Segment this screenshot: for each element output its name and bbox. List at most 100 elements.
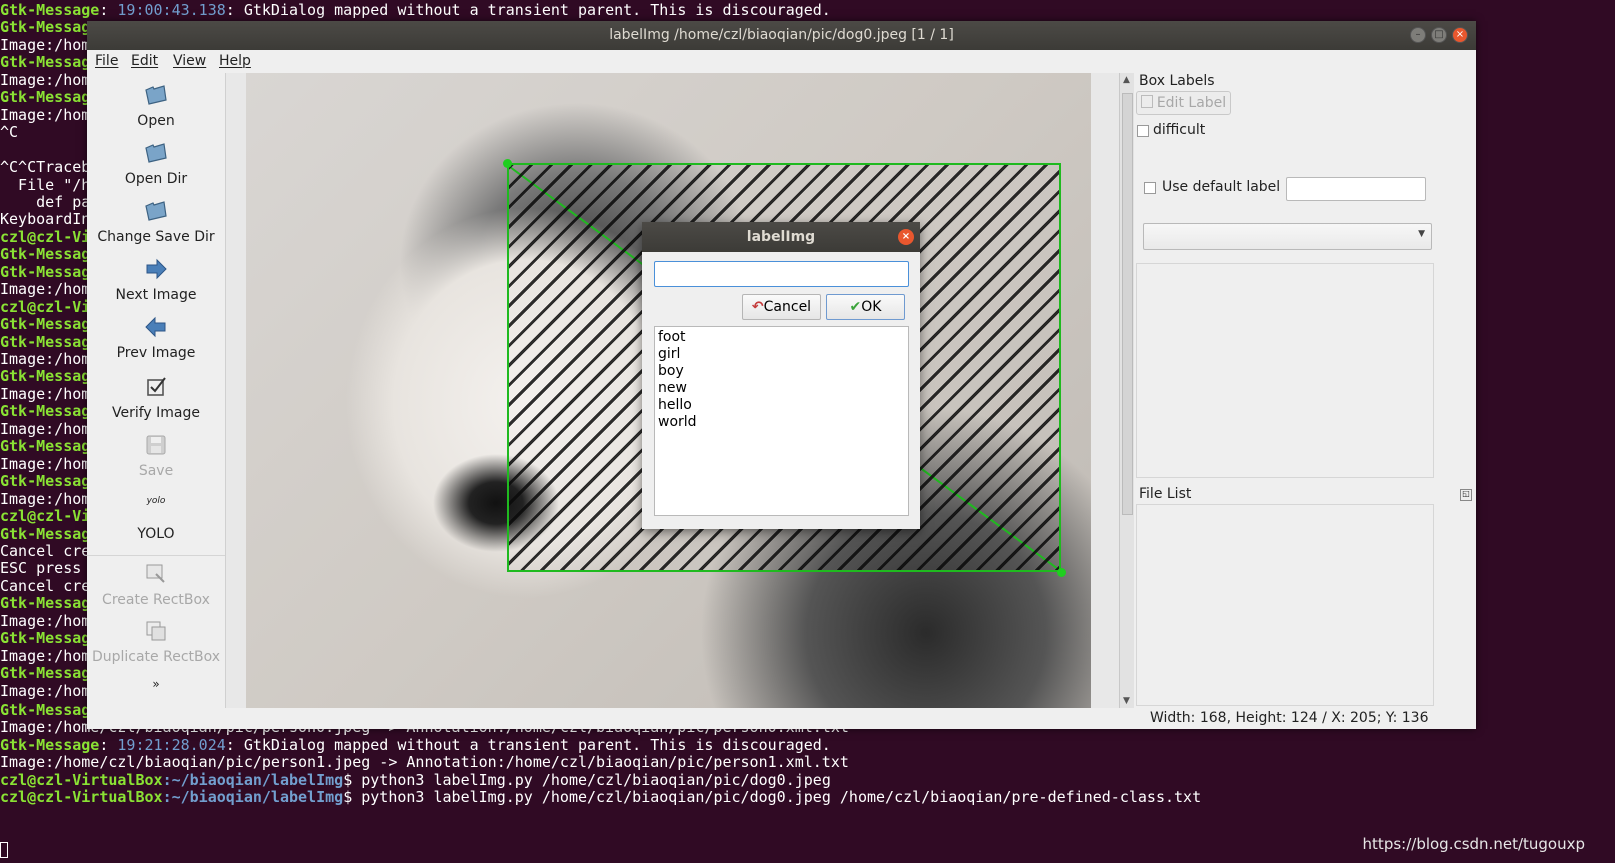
close-icon[interactable]: × (1452, 27, 1468, 43)
label-combo-select[interactable]: ▼ (1143, 223, 1432, 250)
maximize-icon[interactable]: □ (1431, 27, 1447, 43)
label-list[interactable]: foot girl boy new hello world (654, 326, 909, 516)
change-save-dir-icon (145, 201, 167, 221)
terminal-line: File "/h (0, 175, 91, 194)
tool-verify-image[interactable]: Verify Image (87, 375, 225, 421)
terminal-line: Image:/hom (0, 280, 91, 299)
undo-icon: ↶ (751, 299, 764, 315)
menu-file[interactable]: File (95, 53, 118, 69)
terminal-line: Gtk-Messag (0, 18, 91, 37)
terminal-line: czl@czl-Vi (0, 507, 91, 526)
file-list[interactable] (1136, 504, 1434, 706)
tool-label: Open Dir (124, 171, 188, 187)
tool-label: Save (138, 463, 174, 479)
window-titlebar[interactable]: labelImg /home/czl/biaoqian/pic/dog0.jpe… (87, 21, 1476, 50)
terminal-line: Cancel cre (0, 541, 91, 560)
cancel-button[interactable]: ↶Cancel (742, 294, 821, 320)
toolbar: Open Open Dir Change Save Dir Next Image… (87, 73, 226, 728)
menu-help[interactable]: Help (219, 53, 251, 69)
status-text: Width: 168, Height: 124 / X: 205; Y: 136 (1150, 710, 1429, 726)
open-dir-icon (145, 143, 167, 163)
terminal-line: Image:/hom (0, 70, 91, 89)
tool-create-rectbox[interactable]: Create RectBox (87, 555, 225, 608)
scroll-up-icon[interactable]: ▲ (1123, 75, 1130, 85)
tool-label: Create RectBox (102, 592, 210, 608)
prev-arrow-icon (145, 316, 166, 338)
use-default-label-label: Use default label (1162, 179, 1281, 195)
box-labels-title: Box Labels (1139, 73, 1215, 89)
terminal-line: czl@czl-Vi (0, 297, 91, 316)
dock-float-icon[interactable]: ◱ (1460, 489, 1472, 501)
list-item[interactable]: hello (658, 397, 905, 414)
list-item[interactable]: new (658, 380, 905, 397)
menubar: File Edit View Help (87, 50, 1476, 72)
status-bar: Width: 168, Height: 124 / X: 205; Y: 136 (87, 708, 1476, 729)
tool-save[interactable]: Save (87, 433, 225, 479)
default-label-input[interactable] (1286, 177, 1426, 201)
edit-label-button[interactable]: Edit Label (1136, 91, 1231, 115)
scroll-down-icon[interactable]: ▼ (1123, 696, 1130, 706)
terminal-line: Image:/hom (0, 646, 91, 665)
tool-label: Prev Image (116, 345, 196, 361)
terminal-line: Cancel cre (0, 576, 91, 595)
terminal-line: KeyboardIn (0, 210, 91, 229)
duplicate-rectbox-icon (146, 621, 166, 641)
tool-label: YOLO (137, 526, 175, 542)
watermark: https://blog.csdn.net/tugouxp (1362, 835, 1585, 853)
terminal-line: Image:/hom (0, 681, 91, 700)
tool-open-dir[interactable]: Open Dir (87, 141, 225, 187)
terminal-line: Gtk-Messag (0, 594, 91, 613)
scroll-thumb[interactable] (1122, 93, 1133, 515)
tool-prev-image[interactable]: Prev Image (87, 315, 225, 361)
terminal-line: czl@czl-VirtualBox:~/biaoqian/labelImg$ … (0, 770, 831, 789)
right-dock: Box Labels Edit Label difficult Use defa… (1134, 73, 1476, 708)
terminal-line: Gtk-Messag (0, 524, 91, 543)
save-disk-icon (146, 435, 166, 455)
window-title: labelImg /home/czl/biaoqian/pic/dog0.jpe… (609, 27, 954, 43)
bbox-handle-top-left[interactable] (503, 159, 512, 168)
terminal-line: Gtk-Messag (0, 53, 91, 72)
ok-label: OK (861, 299, 882, 315)
list-item[interactable]: world (658, 414, 905, 431)
list-item[interactable]: foot (658, 329, 905, 346)
check-icon: ✔ (849, 299, 862, 315)
list-item[interactable]: girl (658, 346, 905, 363)
terminal-line: ESC press (0, 559, 82, 578)
canvas-vertical-scrollbar[interactable]: ▲ ▼ (1119, 73, 1134, 708)
minimize-icon[interactable]: – (1410, 27, 1426, 43)
label-dialog: labelImg × ↶Cancel ✔OK foot girl boy new… (642, 222, 920, 529)
tool-next-image[interactable]: Next Image (87, 257, 225, 303)
difficult-checkbox[interactable] (1137, 125, 1149, 137)
tool-yolo[interactable]: yolo YOLO (87, 496, 225, 542)
tool-duplicate-rectbox[interactable]: Duplicate RectBox (87, 619, 225, 665)
menu-edit[interactable]: Edit (131, 53, 158, 69)
list-item[interactable]: boy (658, 363, 905, 380)
use-default-label-checkbox[interactable] (1144, 182, 1156, 194)
file-list-title: File List (1139, 486, 1192, 502)
next-arrow-icon (146, 258, 167, 280)
dialog-title: labelImg (746, 229, 816, 245)
terminal-line: Gtk-Messag (0, 367, 91, 386)
edit-label-text: Edit Label (1156, 95, 1227, 111)
terminal-line: Image:/hom (0, 419, 91, 438)
box-labels-list[interactable] (1136, 263, 1434, 478)
bbox-handle-bottom-right[interactable] (1057, 568, 1066, 577)
terminal-line: Gtk-Messag (0, 472, 91, 491)
dialog-titlebar[interactable]: labelImg × (642, 222, 920, 252)
cancel-label: Cancel (763, 299, 812, 315)
more-tools-chevron-icon[interactable]: » (87, 677, 225, 691)
menu-view[interactable]: View (173, 53, 206, 69)
terminal-line: Gtk-Messag (0, 245, 91, 264)
label-text-input[interactable] (654, 261, 909, 287)
terminal-line: def pa (0, 192, 91, 211)
terminal-line: Gtk-Messag (0, 402, 91, 421)
terminal-line: czl@czl-VirtualBox:~/biaoqian/labelImg$ … (0, 788, 1202, 807)
open-folder-icon (145, 85, 167, 105)
close-icon[interactable]: × (898, 229, 914, 245)
tool-change-save-dir[interactable]: Change Save Dir (87, 199, 225, 245)
tool-open[interactable]: Open (87, 83, 225, 129)
terminal-line: Gtk-Messag (0, 664, 91, 683)
ok-button[interactable]: ✔OK (826, 294, 905, 320)
terminal-line: Image:/hom (0, 611, 91, 630)
terminal-cursor (0, 842, 8, 858)
